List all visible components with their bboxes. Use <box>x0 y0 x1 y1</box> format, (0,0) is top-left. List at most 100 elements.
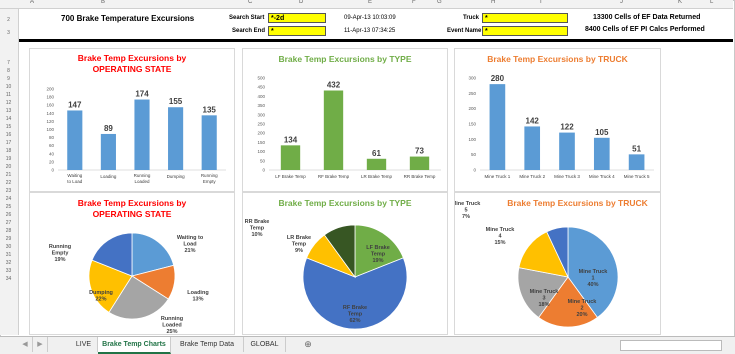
tab-global[interactable]: GLOBAL <box>244 337 286 352</box>
col-c[interactable]: C <box>248 0 252 5</box>
row-28[interactable]: 28 <box>0 228 17 234</box>
row-29[interactable]: 29 <box>0 236 17 242</box>
row-7[interactable]: 7 <box>0 60 17 66</box>
row-15[interactable]: 15 <box>0 124 17 130</box>
event-name-input[interactable]: * <box>482 26 568 36</box>
data-label: 122 <box>560 123 574 132</box>
slice-label: 4 <box>498 234 502 240</box>
chart-operating-state-pie[interactable]: Brake Temp Excursions by OPERATING STATE… <box>29 192 235 335</box>
col-b[interactable]: B <box>101 0 105 5</box>
row-14[interactable]: 14 <box>0 116 17 122</box>
slice-label: Temp <box>250 226 265 232</box>
chart-truck-bar[interactable]: Brake Temp Excursions by TRUCK 300 250 200… <box>454 48 661 192</box>
chart-type-pie[interactable]: Brake Temp Excursions by TYPE LF Brake Te… <box>242 192 448 335</box>
slice-label: 20% <box>576 312 587 318</box>
data-label: 135 <box>203 105 217 114</box>
slice-label: 1 <box>591 276 594 282</box>
plus-circle-icon[interactable]: ⊕ <box>300 337 316 352</box>
chevron-right-icon[interactable]: ▶ <box>33 337 48 352</box>
row-10[interactable]: 10 <box>0 84 17 90</box>
slice-label: LR Brake <box>287 235 311 241</box>
row-24[interactable]: 24 <box>0 196 17 202</box>
col-f[interactable]: F <box>412 0 416 5</box>
slice-label: Loading <box>187 290 208 296</box>
row-25[interactable]: 25 <box>0 204 17 210</box>
row-12[interactable]: 12 <box>0 100 17 106</box>
row-21[interactable]: 21 <box>0 172 17 178</box>
search-start-input[interactable]: *-2d <box>268 13 326 23</box>
x-tick-label: Mine Truck 2 <box>519 174 545 179</box>
slice-label: 13% <box>192 297 203 303</box>
row-30[interactable]: 30 <box>0 244 17 250</box>
row-17[interactable]: 17 <box>0 140 17 146</box>
slice-label: 3 <box>542 296 545 302</box>
row-26[interactable]: 26 <box>0 212 17 218</box>
x-tick-label: Loaded <box>134 179 150 184</box>
cells-calcs-text: 8400 Cells of EF PI Calcs Performed <box>585 26 705 33</box>
chart-operating-state-bar[interactable]: Brake Temp Excursions by OPERATING STATE… <box>29 48 235 192</box>
row-22[interactable]: 22 <box>0 180 17 186</box>
slice-label: Mine Truck <box>568 299 598 305</box>
col-k[interactable]: K <box>678 0 682 5</box>
row-13[interactable]: 13 <box>0 108 17 114</box>
row-34[interactable]: 34 <box>0 276 17 282</box>
col-i[interactable]: I <box>540 0 542 5</box>
horizontal-scrollbar[interactable] <box>620 340 722 351</box>
row-23[interactable]: 23 <box>0 188 17 194</box>
slice-label: Running <box>161 316 183 322</box>
col-j[interactable]: J <box>620 0 623 5</box>
search-end-input[interactable]: * <box>268 26 326 36</box>
slice-label: Mine Truck <box>455 201 481 207</box>
row-32[interactable]: 32 <box>0 260 17 266</box>
row-20[interactable]: 20 <box>0 164 17 170</box>
data-label: 142 <box>526 116 540 125</box>
tab-live[interactable]: LIVE <box>70 337 98 352</box>
slice-label: Temp <box>292 242 307 248</box>
truck-input[interactable]: * <box>482 13 568 23</box>
col-g[interactable]: G <box>437 0 442 5</box>
x-tick-label: Empty <box>203 179 217 184</box>
chart-truck-pie[interactable]: Brake Temp Excursions by TRUCK Mine Truc… <box>454 192 661 335</box>
row-27[interactable]: 27 <box>0 220 17 226</box>
row-3[interactable]: 3 <box>0 30 17 36</box>
bar <box>593 137 610 170</box>
row-2[interactable]: 2 <box>0 17 17 23</box>
y-tick-label: 450 <box>257 85 265 90</box>
x-tick-label: to Load <box>67 179 83 184</box>
chart-type-bar[interactable]: Brake Temp Excursions by TYPE 500 450 400 3… <box>242 48 448 192</box>
col-a[interactable]: A <box>30 0 34 5</box>
y-tick-label: 100 <box>468 137 476 142</box>
bar <box>168 107 184 170</box>
col-e[interactable]: E <box>368 0 372 5</box>
data-label: 51 <box>632 144 641 153</box>
row-31[interactable]: 31 <box>0 252 17 258</box>
row-33[interactable]: 33 <box>0 268 17 274</box>
tab-brake-temp-data[interactable]: Brake Temp Data <box>171 337 244 352</box>
col-d[interactable]: D <box>299 0 303 5</box>
pie-plot: Mine Truck140%Mine Truck220%Mine Truck31… <box>455 201 619 328</box>
row-11[interactable]: 11 <box>0 92 17 98</box>
col-h[interactable]: H <box>491 0 495 5</box>
chevron-left-icon[interactable]: ◀ <box>18 337 33 352</box>
row-16[interactable]: 16 <box>0 132 17 138</box>
sheet-title[interactable]: 700 Brake Temperature Excursions <box>61 14 194 23</box>
y-tick-label: 40 <box>49 151 55 156</box>
x-tick-label: Mine Truck 4 <box>589 174 615 179</box>
worksheet-area[interactable]: 700 Brake Temperature Excursions Search … <box>19 9 733 335</box>
slice-label: RR Brake <box>245 219 270 225</box>
row-19[interactable]: 19 <box>0 156 17 162</box>
y-tick-label: 500 <box>257 76 265 81</box>
slice-label: Mine Truck <box>530 289 560 295</box>
col-l[interactable]: L <box>710 0 713 5</box>
row-8[interactable]: 8 <box>0 68 17 74</box>
y-tick-label: 20 <box>49 159 55 164</box>
data-label: 147 <box>68 100 82 109</box>
x-tick-label: Loading <box>100 174 117 179</box>
data-label: 105 <box>595 128 609 137</box>
row-18[interactable]: 18 <box>0 148 17 154</box>
row-9[interactable]: 9 <box>0 76 17 82</box>
data-label: 432 <box>327 81 341 90</box>
data-label: 134 <box>284 135 298 144</box>
tab-brake-temp-charts[interactable]: Brake Temp Charts <box>98 337 171 354</box>
x-tick-label: RF Brake Temp <box>318 174 350 179</box>
